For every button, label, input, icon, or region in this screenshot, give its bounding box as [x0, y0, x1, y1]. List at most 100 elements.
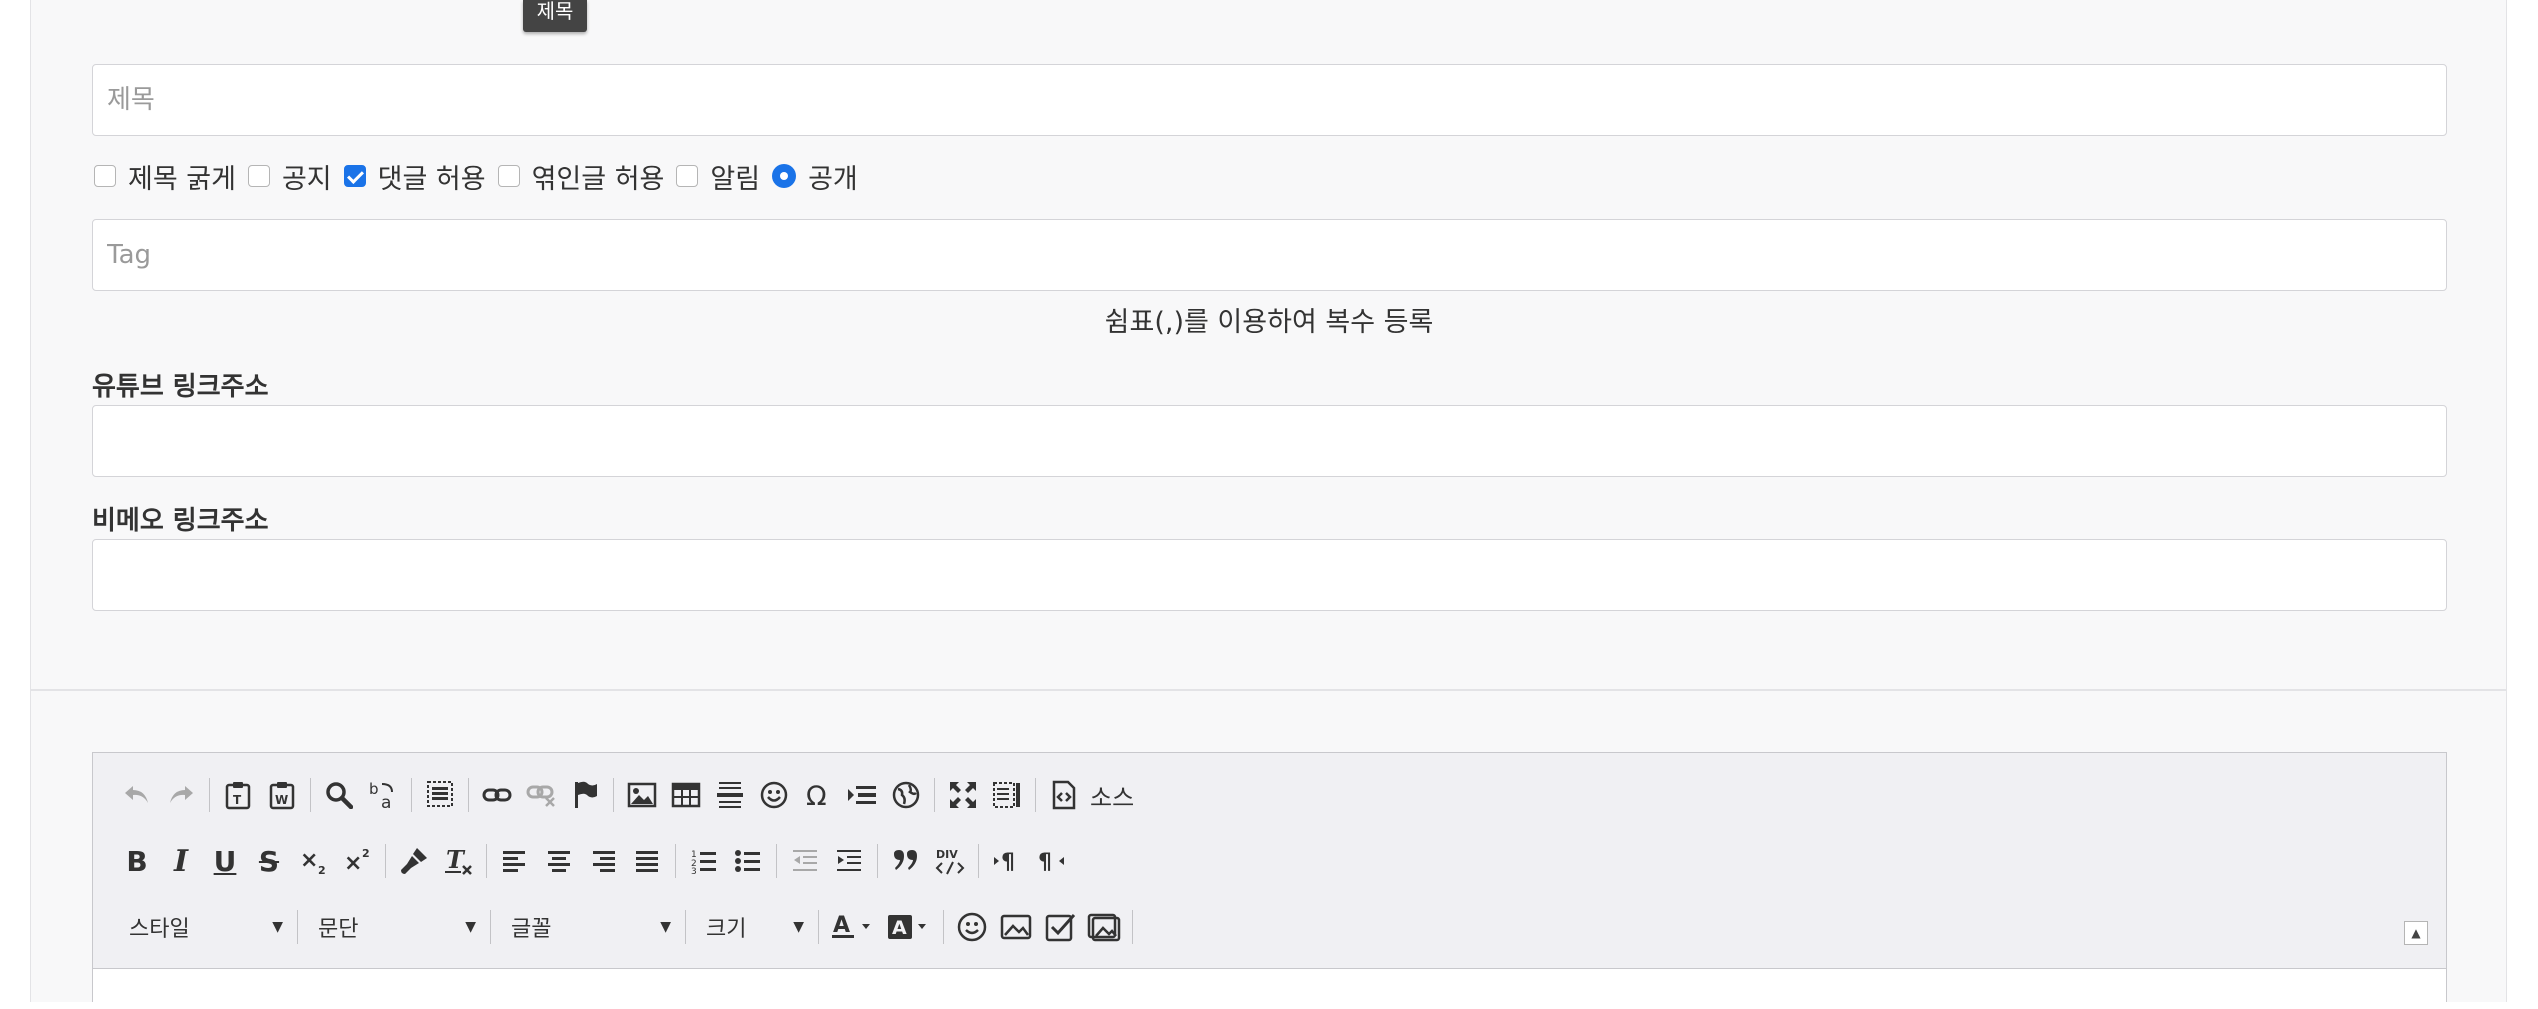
toolbar-separator	[978, 844, 979, 878]
rich-text-editor: T W ba Ω 소스 B I U S × 2 × 2 T 1 2 3 DIV …	[92, 752, 2447, 1009]
underline-icon[interactable]: U	[203, 839, 247, 883]
toolbar-separator	[613, 778, 614, 812]
remove-format-icon[interactable]: T	[436, 839, 480, 883]
public-label: 공개	[808, 163, 858, 195]
format-dropdown-label: 문단	[318, 917, 359, 942]
toolbar-separator	[486, 844, 487, 878]
blockquote-icon[interactable]	[884, 839, 928, 883]
toolbar-separator	[468, 778, 469, 812]
paste-text-icon[interactable]: T	[216, 773, 260, 817]
show-blocks-icon[interactable]	[985, 773, 1029, 817]
youtube-url-input[interactable]	[92, 405, 2447, 477]
svg-text:T: T	[446, 846, 466, 874]
superscript-icon[interactable]: × 2	[335, 839, 379, 883]
outdent-icon[interactable]	[783, 839, 827, 883]
toolbar-separator	[490, 910, 491, 944]
undo-icon[interactable]	[115, 773, 159, 817]
redo-icon[interactable]	[159, 773, 203, 817]
svg-text:3: 3	[691, 867, 697, 875]
allow-trackback-label: 엮인글 허용	[531, 163, 665, 195]
svg-text:¶: ¶	[1038, 850, 1052, 875]
notify-checkbox[interactable]	[676, 165, 699, 187]
size-dropdown-label: 크기	[706, 917, 747, 942]
title-input[interactable]	[92, 64, 2447, 136]
bold-icon[interactable]: B	[115, 839, 159, 883]
vimeo-url-input[interactable]	[92, 539, 2447, 611]
indent-icon[interactable]	[827, 839, 871, 883]
option-allow-trackback[interactable]: 엮인글 허용	[497, 157, 665, 196]
smiley-icon[interactable]	[752, 773, 796, 817]
table-icon[interactable]	[664, 773, 708, 817]
text-color-icon[interactable]: A	[825, 905, 881, 949]
insert-image-icon[interactable]	[994, 905, 1038, 949]
source-icon[interactable]	[1042, 773, 1086, 817]
option-notice[interactable]: 공지	[247, 157, 332, 196]
option-public[interactable]: 공개	[772, 157, 858, 196]
format-dropdown[interactable]: 문단 ▼	[304, 907, 484, 947]
option-bold-title[interactable]: 제목 굵게	[94, 157, 236, 196]
style-dropdown[interactable]: 스타일 ▼	[115, 907, 291, 947]
replace-icon[interactable]: ba	[361, 773, 405, 817]
svg-text:T: T	[233, 793, 242, 807]
select-all-icon[interactable]	[418, 773, 462, 817]
horizontal-rule-icon[interactable]	[708, 773, 752, 817]
bulleted-list-icon[interactable]	[726, 839, 770, 883]
youtube-label: 유튜브 링크주소	[92, 372, 269, 402]
anchor-flag-icon[interactable]	[563, 773, 607, 817]
toolbar-separator	[385, 844, 386, 878]
svg-text:Ω: Ω	[806, 781, 827, 810]
toolbar-collapse-icon[interactable]: ▲	[2404, 921, 2428, 945]
subscript-icon[interactable]: × 2	[291, 839, 335, 883]
maximize-icon[interactable]	[941, 773, 985, 817]
font-dropdown[interactable]: 글꼴 ▼	[497, 907, 679, 947]
toolbar-separator	[675, 844, 676, 878]
checklist-icon[interactable]	[1038, 905, 1082, 949]
image-icon[interactable]	[620, 773, 664, 817]
align-right-icon[interactable]	[581, 839, 625, 883]
source-label[interactable]: 소스	[1090, 778, 1134, 813]
tag-input[interactable]	[92, 219, 2447, 291]
copy-format-brush-icon[interactable]	[392, 839, 436, 883]
editor-content-area[interactable]	[93, 968, 2446, 1009]
size-dropdown[interactable]: 크기 ▼	[692, 907, 812, 947]
allow-comments-checkbox[interactable]	[343, 165, 366, 187]
bold-title-checkbox[interactable]	[94, 165, 116, 187]
create-div-icon[interactable]: DIV	[928, 839, 972, 883]
unlink-icon[interactable]	[519, 773, 563, 817]
public-radio[interactable]	[772, 164, 797, 188]
toolbar-separator	[877, 844, 878, 878]
align-left-icon[interactable]	[493, 839, 537, 883]
option-notify[interactable]: 알림	[676, 157, 760, 196]
chevron-down-icon: ▼	[465, 919, 476, 935]
gallery-icon[interactable]	[1082, 905, 1126, 949]
text-ltr-icon[interactable]: ¶	[985, 839, 1029, 883]
toolbar-separator	[297, 910, 298, 944]
svg-text:b: b	[369, 780, 379, 798]
align-center-icon[interactable]	[537, 839, 581, 883]
link-icon[interactable]	[475, 773, 519, 817]
notify-label: 알림	[710, 163, 761, 195]
align-justify-icon[interactable]	[625, 839, 669, 883]
svg-text:2: 2	[318, 864, 326, 876]
svg-text:A: A	[892, 917, 907, 939]
allow-comments-label: 댓글 허용	[377, 163, 486, 195]
special-char-icon[interactable]: Ω	[796, 773, 840, 817]
option-allow-comments[interactable]: 댓글 허용	[343, 157, 486, 196]
text-rtl-icon[interactable]: ¶	[1029, 839, 1073, 883]
find-icon[interactable]	[317, 773, 361, 817]
svg-text:2: 2	[362, 847, 370, 860]
notice-checkbox[interactable]	[247, 165, 270, 187]
numbered-list-icon[interactable]: 123	[682, 839, 726, 883]
vimeo-label: 비메오 링크주소	[92, 506, 269, 536]
strikethrough-icon[interactable]: S	[247, 839, 291, 883]
paste-word-icon[interactable]: W	[260, 773, 304, 817]
iframe-globe-icon[interactable]	[884, 773, 928, 817]
allow-trackback-checkbox[interactable]	[497, 165, 520, 187]
toolbar-row-2: B I U S × 2 × 2 T 123 DIV ¶ ¶	[115, 839, 1073, 883]
background-color-icon[interactable]: A	[881, 905, 937, 949]
italic-icon[interactable]: I	[159, 839, 203, 883]
toolbar-separator	[1132, 910, 1133, 944]
emoji-icon[interactable]	[950, 905, 994, 949]
svg-text:×: ×	[344, 851, 362, 876]
page-break-icon[interactable]	[840, 773, 884, 817]
